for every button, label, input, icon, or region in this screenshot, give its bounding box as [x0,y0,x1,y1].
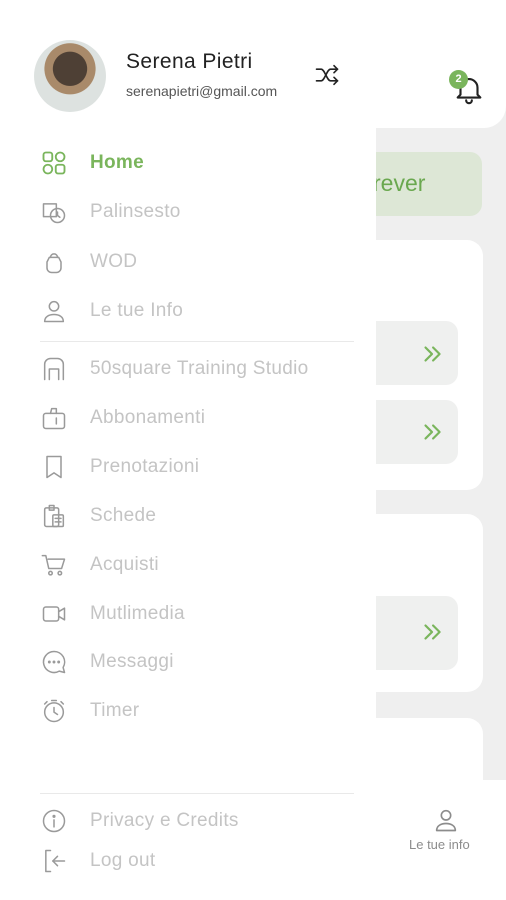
menu-item-label: Mutlimedia [90,603,185,624]
membership-icon [42,407,66,430]
info-icon [42,809,66,833]
menu-item-logout[interactable]: Log out [0,841,376,881]
menu-item-label: Timer [90,700,140,721]
menu-item-home[interactable]: Home [0,143,376,183]
menu-item-messaggi[interactable]: Messaggi [0,642,376,682]
cart-icon [41,554,66,576]
divider [40,341,354,342]
schedule-icon [42,203,66,224]
menu-item-label: Le tue Info [90,300,184,321]
menu-item-le-tue-info[interactable]: Le tue Info [0,291,376,331]
menu-item-label: Prenotazioni [90,456,200,477]
menu-item-wod[interactable]: WOD [0,242,376,282]
menu-item-label: Acquisti [90,554,159,575]
menu-item-label: Privacy e Credits [90,810,239,831]
bookmark-icon [46,455,62,479]
navigation-drawer: Serena Pietri serenapietri@gmail.com Hom… [0,0,376,900]
user-icon [43,300,65,323]
shuffle-icon[interactable] [313,61,341,89]
kettlebell-icon [46,253,62,274]
notification-badge: 2 [449,70,468,89]
menu-item-abbonamenti[interactable]: Abbonamenti [0,398,376,438]
menu-item-prenotazioni[interactable]: Prenotazioni [0,447,376,487]
menu-item-label: Home [90,152,144,173]
menu-item-label: 50square Training Studio [90,358,309,379]
clipboard-icon [43,504,65,528]
user-icon[interactable] [432,806,460,834]
menu-item-schede[interactable]: Schede [0,496,376,536]
menu-item-studio[interactable]: 50square Training Studio [0,349,376,389]
grid-icon [42,151,66,175]
menu-item-label: Messaggi [90,651,174,672]
menu-item-label: Log out [90,850,156,871]
avatar[interactable] [34,40,106,112]
tab-label[interactable]: Le tue info [409,837,470,852]
chat-icon [42,650,66,674]
menu-item-privacy[interactable]: Privacy e Credits [0,801,376,841]
menu-item-multimedia[interactable]: Mutlimedia [0,594,376,634]
gym-icon [43,357,65,381]
menu-item-label: Schede [90,505,157,526]
menu-item-label: WOD [90,251,138,272]
banner-text: rever [373,170,426,196]
menu-item-timer[interactable]: Timer [0,691,376,731]
menu-item-label: Abbonamenti [90,407,206,428]
menu-item-acquisti[interactable]: Acquisti [0,545,376,585]
logout-icon [45,849,66,873]
double-chevron-right-icon[interactable] [419,619,445,645]
double-chevron-right-icon[interactable] [419,341,445,367]
double-chevron-right-icon[interactable] [419,419,445,445]
video-icon [42,606,66,622]
stopwatch-icon [43,699,65,723]
menu-item-label: Palinsesto [90,201,181,222]
divider [40,793,354,794]
user-email: serenapietri@gmail.com [126,83,278,99]
user-name: Serena Pietri [126,50,253,73]
menu-item-palinsesto[interactable]: Palinsesto [0,192,376,232]
